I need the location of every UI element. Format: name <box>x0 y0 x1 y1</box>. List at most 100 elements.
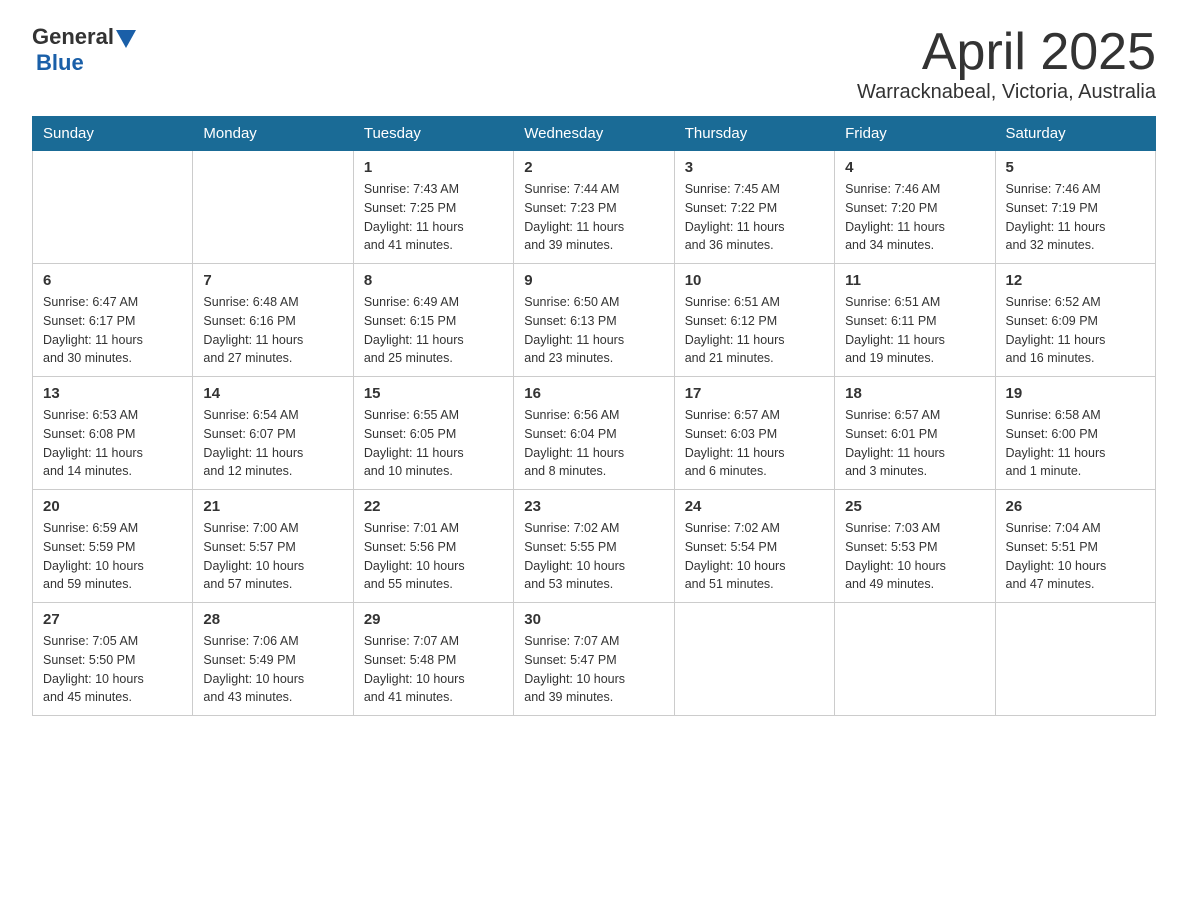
title-block: April 2025 Warracknabeal, Victoria, Aust… <box>857 24 1156 104</box>
calendar-cell: 4 Sunrise: 7:46 AM Sunset: 7:20 PM Daylig… <box>835 151 995 264</box>
calendar-cell: 1Sunrise: 7:43 AM Sunset: 7:25 PM Daylig… <box>353 151 513 264</box>
day-number: 7 <box>203 272 342 289</box>
day-number: 1 <box>364 159 503 176</box>
calendar-cell: 15 Sunrise: 6:55 AM Sunset: 6:05 PM Dayli… <box>353 377 513 490</box>
logo-top: General <box>32 24 138 50</box>
header-sunday: Sunday <box>33 117 193 151</box>
day-number: 2 <box>524 159 663 176</box>
day-info: Sunrise: 7:46 AM Sunset: 7:20 PM Dayligh… <box>845 180 984 255</box>
calendar-cell: 7Sunrise: 6:48 AM Sunset: 6:16 PM Daylig… <box>193 264 353 377</box>
day-number: 9 <box>524 272 663 289</box>
day-number: 4 <box>845 159 984 176</box>
calendar-cell: 24Sunrise: 7:02 AM Sunset: 5:54 PM Dayli… <box>674 490 834 603</box>
day-number: 28 <box>203 611 342 628</box>
calendar-cell <box>33 151 193 264</box>
calendar-cell: 30 Sunrise: 7:07 AM Sunset: 5:47 PM Dayli… <box>514 603 674 716</box>
calendar-cell: 22Sunrise: 7:01 AM Sunset: 5:56 PM Dayli… <box>353 490 513 603</box>
week-row-5: 27 Sunrise: 7:05 AM Sunset: 5:50 PM Dayli… <box>33 603 1156 716</box>
day-info: Sunrise: 7:06 AM Sunset: 5:49 PM Dayligh… <box>203 632 342 707</box>
calendar-cell <box>835 603 995 716</box>
calendar-cell: 23Sunrise: 7:02 AM Sunset: 5:55 PM Dayli… <box>514 490 674 603</box>
day-number: 15 <box>364 385 503 402</box>
header-thursday: Thursday <box>674 117 834 151</box>
day-number: 8 <box>364 272 503 289</box>
day-number: 21 <box>203 498 342 515</box>
calendar-cell: 28 Sunrise: 7:06 AM Sunset: 5:49 PM Dayli… <box>193 603 353 716</box>
day-info: Sunrise: 6:59 AM Sunset: 5:59 PM Dayligh… <box>43 519 182 594</box>
day-info: Sunrise: 7:05 AM Sunset: 5:50 PM Dayligh… <box>43 632 182 707</box>
day-number: 26 <box>1006 498 1145 515</box>
calendar-cell: 11Sunrise: 6:51 AM Sunset: 6:11 PM Dayli… <box>835 264 995 377</box>
week-row-1: 1Sunrise: 7:43 AM Sunset: 7:25 PM Daylig… <box>33 151 1156 264</box>
calendar-cell: 6Sunrise: 6:47 AM Sunset: 6:17 PM Daylig… <box>33 264 193 377</box>
day-number: 24 <box>685 498 824 515</box>
day-number: 12 <box>1006 272 1145 289</box>
logo-triangle-icon <box>116 30 136 48</box>
day-number: 30 <box>524 611 663 628</box>
day-info: Sunrise: 6:52 AM Sunset: 6:09 PM Dayligh… <box>1006 293 1145 368</box>
logo: General Blue <box>32 24 138 76</box>
day-number: 27 <box>43 611 182 628</box>
day-info: Sunrise: 6:51 AM Sunset: 6:12 PM Dayligh… <box>685 293 824 368</box>
header-friday: Friday <box>835 117 995 151</box>
day-info: Sunrise: 6:57 AM Sunset: 6:01 PM Dayligh… <box>845 406 984 481</box>
day-number: 6 <box>43 272 182 289</box>
calendar-cell: 20 Sunrise: 6:59 AM Sunset: 5:59 PM Dayli… <box>33 490 193 603</box>
day-number: 3 <box>685 159 824 176</box>
day-info: Sunrise: 7:45 AM Sunset: 7:22 PM Dayligh… <box>685 180 824 255</box>
calendar-cell: 18 Sunrise: 6:57 AM Sunset: 6:01 PM Dayli… <box>835 377 995 490</box>
day-number: 18 <box>845 385 984 402</box>
calendar-cell: 21 Sunrise: 7:00 AM Sunset: 5:57 PM Dayli… <box>193 490 353 603</box>
calendar-cell: 5 Sunrise: 7:46 AM Sunset: 7:19 PM Daylig… <box>995 151 1155 264</box>
day-info: Sunrise: 6:58 AM Sunset: 6:00 PM Dayligh… <box>1006 406 1145 481</box>
header-monday: Monday <box>193 117 353 151</box>
week-row-2: 6Sunrise: 6:47 AM Sunset: 6:17 PM Daylig… <box>33 264 1156 377</box>
day-info: Sunrise: 7:07 AM Sunset: 5:48 PM Dayligh… <box>364 632 503 707</box>
calendar-cell: 14Sunrise: 6:54 AM Sunset: 6:07 PM Dayli… <box>193 377 353 490</box>
day-info: Sunrise: 6:56 AM Sunset: 6:04 PM Dayligh… <box>524 406 663 481</box>
calendar-cell <box>995 603 1155 716</box>
header-wednesday: Wednesday <box>514 117 674 151</box>
calendar-cell: 2 Sunrise: 7:44 AM Sunset: 7:23 PM Daylig… <box>514 151 674 264</box>
day-info: Sunrise: 6:50 AM Sunset: 6:13 PM Dayligh… <box>524 293 663 368</box>
calendar-header: SundayMondayTuesdayWednesdayThursdayFrid… <box>33 117 1156 151</box>
calendar-cell: 19 Sunrise: 6:58 AM Sunset: 6:00 PM Dayli… <box>995 377 1155 490</box>
day-number: 23 <box>524 498 663 515</box>
day-number: 5 <box>1006 159 1145 176</box>
calendar-cell: 16Sunrise: 6:56 AM Sunset: 6:04 PM Dayli… <box>514 377 674 490</box>
day-number: 25 <box>845 498 984 515</box>
day-info: Sunrise: 7:01 AM Sunset: 5:56 PM Dayligh… <box>364 519 503 594</box>
calendar-cell: 26 Sunrise: 7:04 AM Sunset: 5:51 PM Dayli… <box>995 490 1155 603</box>
day-info: Sunrise: 7:00 AM Sunset: 5:57 PM Dayligh… <box>203 519 342 594</box>
page-header: General Blue April 2025 Warracknabeal, V… <box>32 24 1156 104</box>
calendar-cell <box>193 151 353 264</box>
day-number: 10 <box>685 272 824 289</box>
calendar-table: SundayMondayTuesdayWednesdayThursdayFrid… <box>32 116 1156 716</box>
day-number: 20 <box>43 498 182 515</box>
location-subtitle: Warracknabeal, Victoria, Australia <box>857 81 1156 104</box>
header-row: SundayMondayTuesdayWednesdayThursdayFrid… <box>33 117 1156 151</box>
day-number: 14 <box>203 385 342 402</box>
day-info: Sunrise: 6:55 AM Sunset: 6:05 PM Dayligh… <box>364 406 503 481</box>
calendar-cell: 3 Sunrise: 7:45 AM Sunset: 7:22 PM Daylig… <box>674 151 834 264</box>
calendar-cell: 10 Sunrise: 6:51 AM Sunset: 6:12 PM Dayli… <box>674 264 834 377</box>
day-info: Sunrise: 6:51 AM Sunset: 6:11 PM Dayligh… <box>845 293 984 368</box>
day-info: Sunrise: 7:07 AM Sunset: 5:47 PM Dayligh… <box>524 632 663 707</box>
calendar-cell: 29Sunrise: 7:07 AM Sunset: 5:48 PM Dayli… <box>353 603 513 716</box>
day-info: Sunrise: 6:49 AM Sunset: 6:15 PM Dayligh… <box>364 293 503 368</box>
day-info: Sunrise: 7:03 AM Sunset: 5:53 PM Dayligh… <box>845 519 984 594</box>
day-info: Sunrise: 6:57 AM Sunset: 6:03 PM Dayligh… <box>685 406 824 481</box>
logo-general-text: General <box>32 24 114 50</box>
header-tuesday: Tuesday <box>353 117 513 151</box>
calendar-cell: 13Sunrise: 6:53 AM Sunset: 6:08 PM Dayli… <box>33 377 193 490</box>
day-info: Sunrise: 7:44 AM Sunset: 7:23 PM Dayligh… <box>524 180 663 255</box>
calendar-cell <box>674 603 834 716</box>
week-row-3: 13Sunrise: 6:53 AM Sunset: 6:08 PM Dayli… <box>33 377 1156 490</box>
day-info: Sunrise: 7:46 AM Sunset: 7:19 PM Dayligh… <box>1006 180 1145 255</box>
calendar-cell: 17Sunrise: 6:57 AM Sunset: 6:03 PM Dayli… <box>674 377 834 490</box>
calendar-cell: 9 Sunrise: 6:50 AM Sunset: 6:13 PM Daylig… <box>514 264 674 377</box>
day-info: Sunrise: 7:04 AM Sunset: 5:51 PM Dayligh… <box>1006 519 1145 594</box>
day-info: Sunrise: 6:53 AM Sunset: 6:08 PM Dayligh… <box>43 406 182 481</box>
day-number: 19 <box>1006 385 1145 402</box>
header-saturday: Saturday <box>995 117 1155 151</box>
